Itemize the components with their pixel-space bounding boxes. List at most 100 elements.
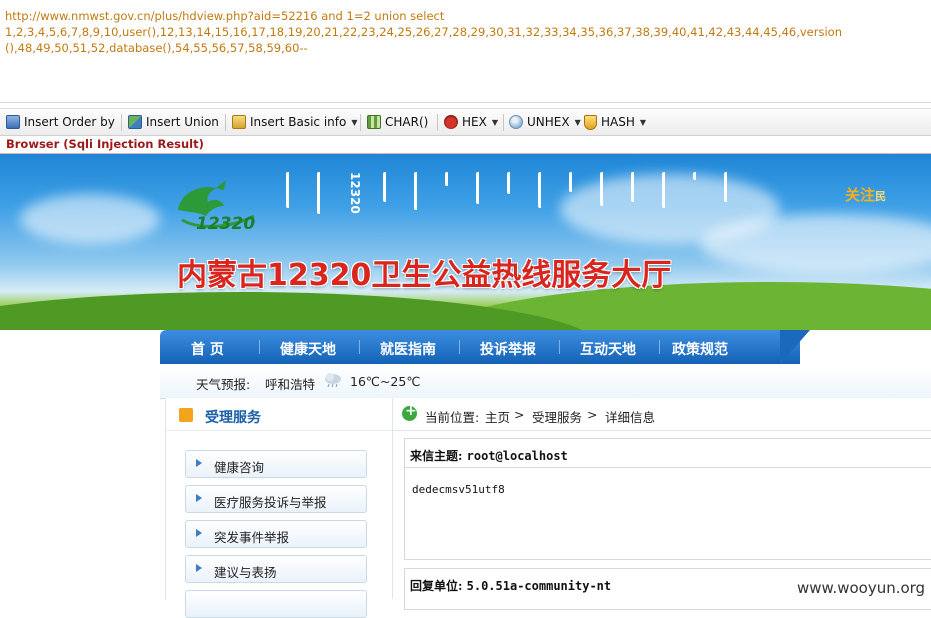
hex-button[interactable]: HEX ▼	[444, 113, 498, 131]
divider	[0, 102, 931, 103]
reply-label: 回复单位:	[410, 579, 463, 593]
nav-divider	[559, 340, 560, 354]
logo-number: 12320	[196, 214, 256, 234]
unhex-button[interactable]: UNHEX ▼	[509, 113, 581, 131]
follow-sub-label: 民	[875, 190, 887, 203]
breadcrumb-home[interactable]: 主页	[485, 407, 510, 426]
nav-divider	[659, 340, 660, 354]
toolbar-separator	[437, 114, 438, 131]
sidebar-item-emergency-report[interactable]: 突发事件举报	[185, 520, 367, 548]
triangle-right-icon	[196, 494, 202, 502]
nav-item-policy[interactable]: 政策规范	[672, 339, 728, 359]
grid-icon	[367, 115, 381, 129]
hex-label: HEX	[462, 115, 487, 129]
chevron-down-icon: ▼	[351, 117, 358, 127]
toolbar-separator	[225, 114, 226, 131]
mongolian-glyph	[286, 172, 296, 208]
toolbar-separator	[503, 114, 504, 131]
sidebar-item-label: 突发事件举报	[214, 530, 290, 545]
weather-temp: 16℃~25℃	[350, 374, 421, 389]
reply-value: 5.0.51a-community-nt	[466, 579, 612, 593]
arrow-box-icon	[179, 408, 193, 422]
mongolian-glyph	[724, 172, 734, 202]
site-banner: 12320 12320 内蒙古12320卫生公益热线服务大厅 关注民	[0, 154, 931, 330]
mongolian-glyph	[662, 172, 672, 208]
mongolian-glyph	[445, 172, 455, 186]
breadcrumb-separator: >	[587, 407, 598, 422]
url-input-area[interactable]: http://www.nmwst.gov.cn/plus/hdview.php?…	[0, 0, 931, 100]
insert-order-by-label: Insert Order by	[24, 115, 115, 129]
reply-unit: 回复单位: 5.0.51a-community-nt	[410, 577, 611, 594]
result-panel-title: Browser (Sqli Injection Result)	[6, 137, 204, 151]
nav-item-medical-guide[interactable]: 就医指南	[380, 339, 436, 359]
nav-item-complaints[interactable]: 投诉举报	[480, 339, 536, 359]
insert-order-by-button[interactable]: Insert Order by	[6, 113, 115, 131]
chevron-down-icon: ▼	[639, 117, 647, 127]
insert-basic-info-button[interactable]: Insert Basic info ▼	[232, 113, 357, 131]
plus-circle-icon	[402, 403, 417, 421]
follow-link[interactable]: 关注民	[845, 184, 886, 205]
nav-divider	[459, 340, 460, 354]
watermark: www.wooyun.org	[795, 579, 928, 597]
insert-union-button[interactable]: Insert Union	[128, 113, 219, 131]
url-line-2: 1,2,3,4,5,6,7,8,9,10,user(),12,13,14,15,…	[5, 25, 842, 39]
site-logo: 12320	[170, 176, 262, 238]
shield-icon	[584, 114, 597, 130]
insert-union-label: Insert Union	[146, 115, 219, 129]
char-button[interactable]: CHAR()	[367, 113, 428, 131]
message-body: dedecmsv51utf8	[412, 483, 505, 496]
content-panel: 当前位置: 主页 > 受理服务 > 详细信息 来信主题: root@localh…	[393, 398, 931, 610]
mongolian-glyph	[538, 172, 548, 208]
mongolian-glyph	[507, 172, 517, 194]
cloud-rain-icon	[323, 372, 343, 388]
breadcrumb-section[interactable]: 受理服务	[532, 407, 582, 426]
sidebar-item-medical-complaint[interactable]: 医疗服务投诉与举报	[185, 485, 367, 513]
mongolian-glyph	[383, 172, 393, 202]
hex-icon	[444, 115, 458, 129]
vertical-number: 12320	[348, 172, 362, 214]
mongolian-glyph	[476, 172, 486, 204]
sidebar-item-label: 医疗服务投诉与举报	[214, 495, 327, 510]
cloud	[20, 194, 160, 244]
main-nav: 首 页 健康天地 就医指南 投诉举报 互动天地 政策规范	[160, 330, 931, 364]
follow-label: 关注	[845, 186, 876, 204]
weather-label: 天气预报:	[196, 377, 251, 392]
sidebar-header: 受理服务	[166, 398, 392, 431]
window-icon	[6, 115, 20, 129]
mongolian-glyph	[569, 172, 579, 192]
message-box: 来信主题: root@localhost dedecmsv51utf8	[404, 438, 931, 560]
nav-divider	[259, 340, 260, 354]
divider	[405, 467, 931, 468]
weather-city: 呼和浩特	[265, 377, 316, 392]
sidebar-item-partial[interactable]	[185, 590, 367, 618]
insert-basic-info-label: Insert Basic info	[250, 115, 347, 129]
url-line-3: (),48,49,50,51,52,database(),54,55,56,57…	[5, 41, 308, 55]
mongolian-glyph	[414, 172, 424, 210]
hill	[0, 292, 600, 330]
weather-bar: 天气预报: 呼和浩特 16℃~25℃	[160, 364, 931, 399]
breadcrumb: 当前位置: 主页 > 受理服务 > 详细信息	[393, 398, 931, 431]
sidebar-item-suggestion[interactable]: 建议与表扬	[185, 555, 367, 583]
site-title: 内蒙古12320卫生公益热线服务大厅	[177, 258, 672, 293]
breadcrumb-separator: >	[514, 407, 525, 422]
triangle-right-icon	[196, 529, 202, 537]
breadcrumb-prefix: 当前位置:	[425, 410, 480, 425]
union-icon	[128, 115, 142, 129]
subject-label: 来信主题:	[410, 449, 463, 463]
nav-item-home[interactable]: 首 页	[191, 339, 224, 359]
sidebar-item-label: 建议与表扬	[214, 565, 277, 580]
sidebar-item-health-consult[interactable]: 健康咨询	[185, 450, 367, 478]
nav-item-interaction[interactable]: 互动天地	[580, 339, 636, 359]
message-subject: 来信主题: root@localhost	[410, 447, 568, 464]
toolbar-separator	[360, 114, 361, 131]
sqli-toolbar: Insert Order by Insert Union Insert Basi…	[0, 108, 931, 136]
sidebar-item-label: 健康咨询	[214, 460, 265, 475]
hash-label: HASH	[601, 115, 635, 129]
triangle-right-icon	[196, 459, 202, 467]
nav-item-health[interactable]: 健康天地	[280, 339, 336, 359]
chevron-down-icon: ▼	[574, 117, 581, 127]
breadcrumb-current: 详细信息	[605, 410, 656, 425]
mongolian-glyph	[600, 172, 610, 206]
mongolian-script: 12320	[286, 172, 734, 214]
hash-button[interactable]: HASH ▼	[584, 113, 646, 131]
